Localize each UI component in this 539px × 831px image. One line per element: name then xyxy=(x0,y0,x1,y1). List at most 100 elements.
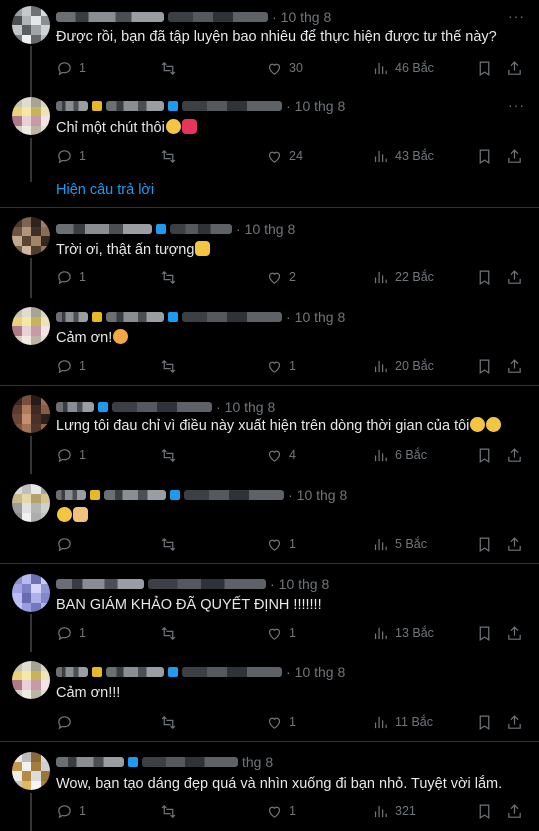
share-button[interactable] xyxy=(506,801,523,821)
bookmark-button[interactable] xyxy=(476,623,493,643)
display-name[interactable] xyxy=(56,224,152,234)
views-button[interactable]: 6 Bắc xyxy=(372,445,427,465)
share-button[interactable] xyxy=(506,356,523,376)
bookmark-button[interactable] xyxy=(476,445,493,465)
reply-post[interactable]: · 10 thg 8 Cảm ơn!!! 1 11 Bắc xyxy=(0,652,539,742)
reply-button[interactable]: 1 xyxy=(56,445,86,465)
user-handle[interactable] xyxy=(148,579,266,589)
bookmark-button[interactable] xyxy=(476,712,493,732)
like-button[interactable]: 24 xyxy=(266,146,303,166)
retweet-button[interactable] xyxy=(160,445,183,465)
user-handle[interactable] xyxy=(182,101,282,111)
views-button[interactable]: 43 Bắc xyxy=(372,146,434,166)
display-name[interactable] xyxy=(56,101,88,111)
post-time[interactable]: thg 8 xyxy=(242,754,273,770)
display-name[interactable] xyxy=(56,667,88,677)
post-time[interactable]: 10 thg 8 xyxy=(297,487,348,503)
avatar[interactable] xyxy=(12,752,50,790)
bookmark-button[interactable] xyxy=(476,534,493,554)
post-time[interactable]: 10 thg 8 xyxy=(281,9,332,25)
user-handle[interactable] xyxy=(168,12,268,22)
retweet-button[interactable] xyxy=(160,356,183,376)
avatar[interactable] xyxy=(12,6,50,44)
reply-post[interactable]: · 10 thg 8 1 5 Bắc xyxy=(0,474,539,564)
reply-button[interactable]: 1 xyxy=(56,267,86,287)
user-handle[interactable] xyxy=(112,402,212,412)
post-time[interactable]: 10 thg 8 xyxy=(295,309,346,325)
retweet-button[interactable] xyxy=(160,146,183,166)
share-button[interactable] xyxy=(506,146,523,166)
post-time[interactable]: 10 thg 8 xyxy=(245,221,296,237)
retweet-button[interactable] xyxy=(160,712,183,732)
user-handle[interactable] xyxy=(182,312,282,322)
reply-post[interactable]: · 10 thg 8 Lưng tôi đau chỉ vì điều này … xyxy=(0,386,539,474)
like-button[interactable]: 1 xyxy=(266,801,296,821)
views-button[interactable]: 22 Bắc xyxy=(372,267,434,287)
views-button[interactable]: 13 Bắc xyxy=(372,623,434,643)
like-button[interactable]: 4 xyxy=(266,445,296,465)
reply-post[interactable]: · 10 thg 8 Cảm ơn! 1 1 20 Bắc xyxy=(0,298,539,386)
views-button[interactable]: 5 Bắc xyxy=(372,534,427,554)
retweet-button[interactable] xyxy=(160,267,183,287)
avatar[interactable] xyxy=(12,307,50,345)
display-name[interactable] xyxy=(56,12,164,22)
reply-button[interactable] xyxy=(56,534,79,554)
post-time[interactable]: 10 thg 8 xyxy=(279,576,330,592)
reply-button[interactable]: 1 xyxy=(56,801,86,821)
like-button[interactable]: 2 xyxy=(266,267,296,287)
avatar[interactable] xyxy=(12,661,50,699)
user-handle[interactable] xyxy=(184,490,284,500)
reply-button[interactable]: 1 xyxy=(56,356,86,376)
bookmark-button[interactable] xyxy=(476,267,493,287)
reply-post[interactable]: · 10 thg 8 BAN GIÁM KHẢO ĐÃ QUYẾT ĐỊNH !… xyxy=(0,564,539,652)
share-button[interactable] xyxy=(506,534,523,554)
reply-button[interactable] xyxy=(56,712,79,732)
display-name[interactable] xyxy=(104,490,166,500)
avatar[interactable] xyxy=(12,395,50,433)
retweet-button[interactable] xyxy=(160,801,183,821)
display-name[interactable] xyxy=(56,757,124,767)
display-name[interactable] xyxy=(106,312,164,322)
like-button[interactable]: 1 xyxy=(266,712,296,732)
avatar[interactable] xyxy=(12,574,50,612)
retweet-button[interactable] xyxy=(160,58,183,78)
views-button[interactable]: 321 xyxy=(372,801,416,821)
display-name[interactable] xyxy=(106,101,164,111)
reply-post[interactable]: thg 8 Wow, bạn tạo dáng đẹp quá và nhìn … xyxy=(0,742,539,831)
reply-button[interactable]: 1 xyxy=(56,146,86,166)
display-name[interactable] xyxy=(56,312,88,322)
user-handle[interactable] xyxy=(170,224,232,234)
bookmark-button[interactable] xyxy=(476,58,493,78)
display-name[interactable] xyxy=(56,402,94,412)
views-button[interactable]: 11 Bắc xyxy=(372,712,433,732)
retweet-button[interactable] xyxy=(160,534,183,554)
retweet-button[interactable] xyxy=(160,623,183,643)
like-button[interactable]: 30 xyxy=(266,58,303,78)
share-button[interactable] xyxy=(506,267,523,287)
avatar[interactable] xyxy=(12,217,50,255)
post-time[interactable]: 10 thg 8 xyxy=(295,98,346,114)
share-button[interactable] xyxy=(506,58,523,78)
display-name[interactable] xyxy=(56,579,144,589)
views-button[interactable]: 46 Bắc xyxy=(372,58,434,78)
share-button[interactable] xyxy=(506,623,523,643)
post-time[interactable]: 10 thg 8 xyxy=(295,664,346,680)
display-name[interactable] xyxy=(56,490,86,500)
reply-button[interactable]: 1 xyxy=(56,623,86,643)
more-options-icon[interactable]: ··· xyxy=(508,8,525,24)
reply-post[interactable]: · 10 thg 8 Trời ơi, thật ấn tượng 1 2 22… xyxy=(0,208,539,298)
post-time[interactable]: 10 thg 8 xyxy=(225,399,276,415)
more-options-icon[interactable]: ··· xyxy=(508,97,525,113)
avatar[interactable] xyxy=(12,97,50,135)
show-replies-link[interactable]: Hiện câu trả lời xyxy=(56,182,154,198)
bookmark-button[interactable] xyxy=(476,801,493,821)
user-handle[interactable] xyxy=(142,757,238,767)
reply-button[interactable]: 1 xyxy=(56,58,86,78)
user-handle[interactable] xyxy=(182,667,282,677)
like-button[interactable]: 1 xyxy=(266,623,296,643)
bookmark-button[interactable] xyxy=(476,356,493,376)
bookmark-button[interactable] xyxy=(476,146,493,166)
reply-post[interactable]: · 10 thg 8 ··· Được rồi, bạn đã tập luyệ… xyxy=(0,0,539,98)
like-button[interactable]: 1 xyxy=(266,534,296,554)
avatar[interactable] xyxy=(12,484,50,522)
